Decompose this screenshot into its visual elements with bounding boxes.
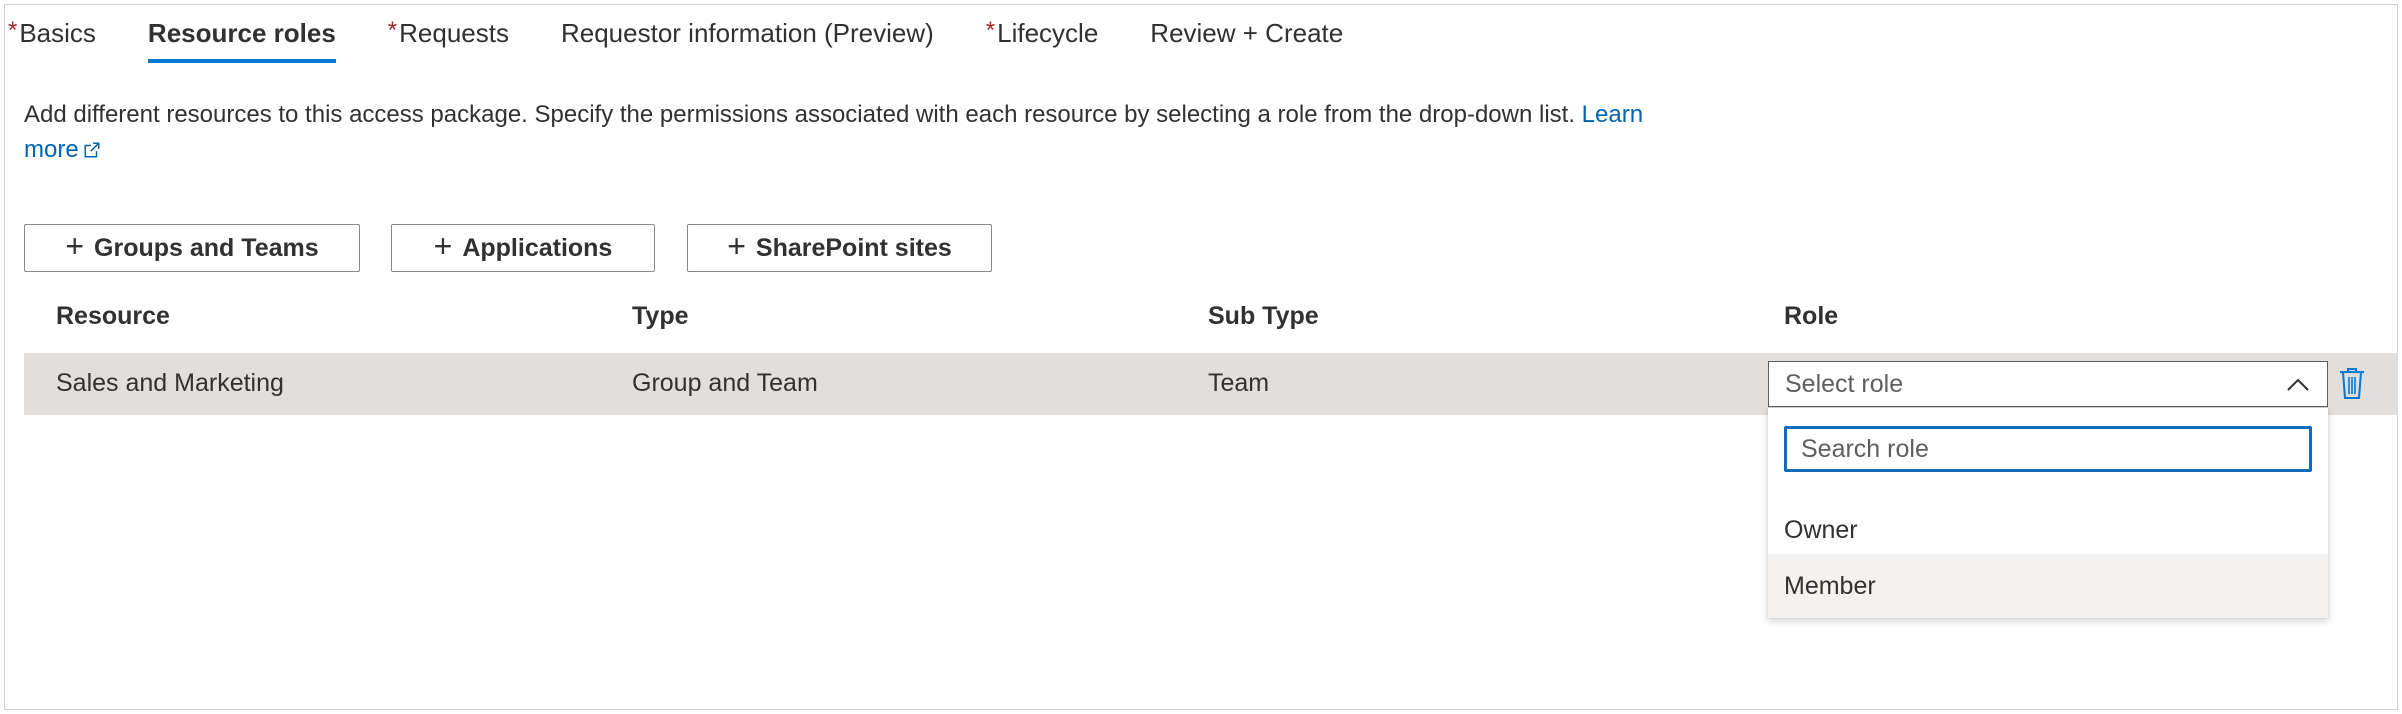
tab-label: Basics — [19, 18, 96, 48]
tab-label: Review + Create — [1150, 18, 1344, 48]
description-text: Add different resources to this access p… — [24, 101, 1575, 128]
search-role-input[interactable] — [1784, 426, 2312, 472]
add-groups-teams-button[interactable]: + Groups and Teams — [24, 224, 360, 272]
button-label: SharePoint sites — [755, 233, 952, 262]
type-cell: Group and Team — [632, 369, 818, 397]
role-dropdown: Owner Member — [1768, 408, 2328, 618]
button-label: Applications — [462, 233, 613, 262]
column-header-role[interactable]: Role — [1784, 302, 1838, 331]
required-marker: * — [387, 17, 398, 44]
role-select[interactable]: Select role — [1768, 361, 2328, 407]
required-marker: * — [8, 17, 18, 44]
tab-basics[interactable]: *Basics — [8, 17, 96, 63]
role-select-value: Select role — [1785, 369, 1904, 398]
tab-label: Lifecycle — [997, 18, 1099, 48]
add-sharepoint-sites-button[interactable]: + SharePoint sites — [687, 224, 992, 272]
tab-label: Requestor information (Preview) — [560, 18, 934, 48]
role-option-owner[interactable]: Owner — [1768, 498, 2328, 562]
plus-icon: + — [65, 228, 85, 264]
tab-review-create[interactable]: Review + Create — [1150, 18, 1343, 63]
plus-icon: + — [433, 228, 453, 264]
tab-requestor-information[interactable]: Requestor information (Preview) — [561, 18, 934, 63]
column-header-sub-type[interactable]: Sub Type — [1208, 302, 1319, 331]
required-marker: * — [985, 17, 996, 44]
tab-label: Resource roles — [147, 18, 336, 48]
sub-type-cell: Team — [1208, 369, 1270, 397]
description: Add different resources to this access p… — [24, 97, 1684, 167]
tab-requests[interactable]: *Requests — [387, 17, 509, 63]
button-label: Groups and Teams — [94, 233, 319, 262]
wizard-tabs: *Basics Resource roles *Requests Request… — [8, 17, 1395, 63]
delete-icon[interactable] — [2338, 366, 2366, 400]
tab-label: Requests — [399, 18, 509, 48]
tab-lifecycle[interactable]: *Lifecycle — [985, 17, 1099, 63]
add-applications-button[interactable]: + Applications — [391, 224, 655, 272]
column-header-resource[interactable]: Resource — [56, 302, 170, 331]
column-header-type[interactable]: Type — [632, 302, 689, 331]
resource-cell: Sales and Marketing — [56, 369, 284, 397]
tab-resource-roles[interactable]: Resource roles — [147, 18, 336, 63]
plus-icon: + — [727, 228, 746, 264]
chevron-up-icon — [2287, 378, 2309, 391]
role-option-member[interactable]: Member — [1768, 554, 2328, 618]
external-link-icon — [84, 142, 100, 158]
